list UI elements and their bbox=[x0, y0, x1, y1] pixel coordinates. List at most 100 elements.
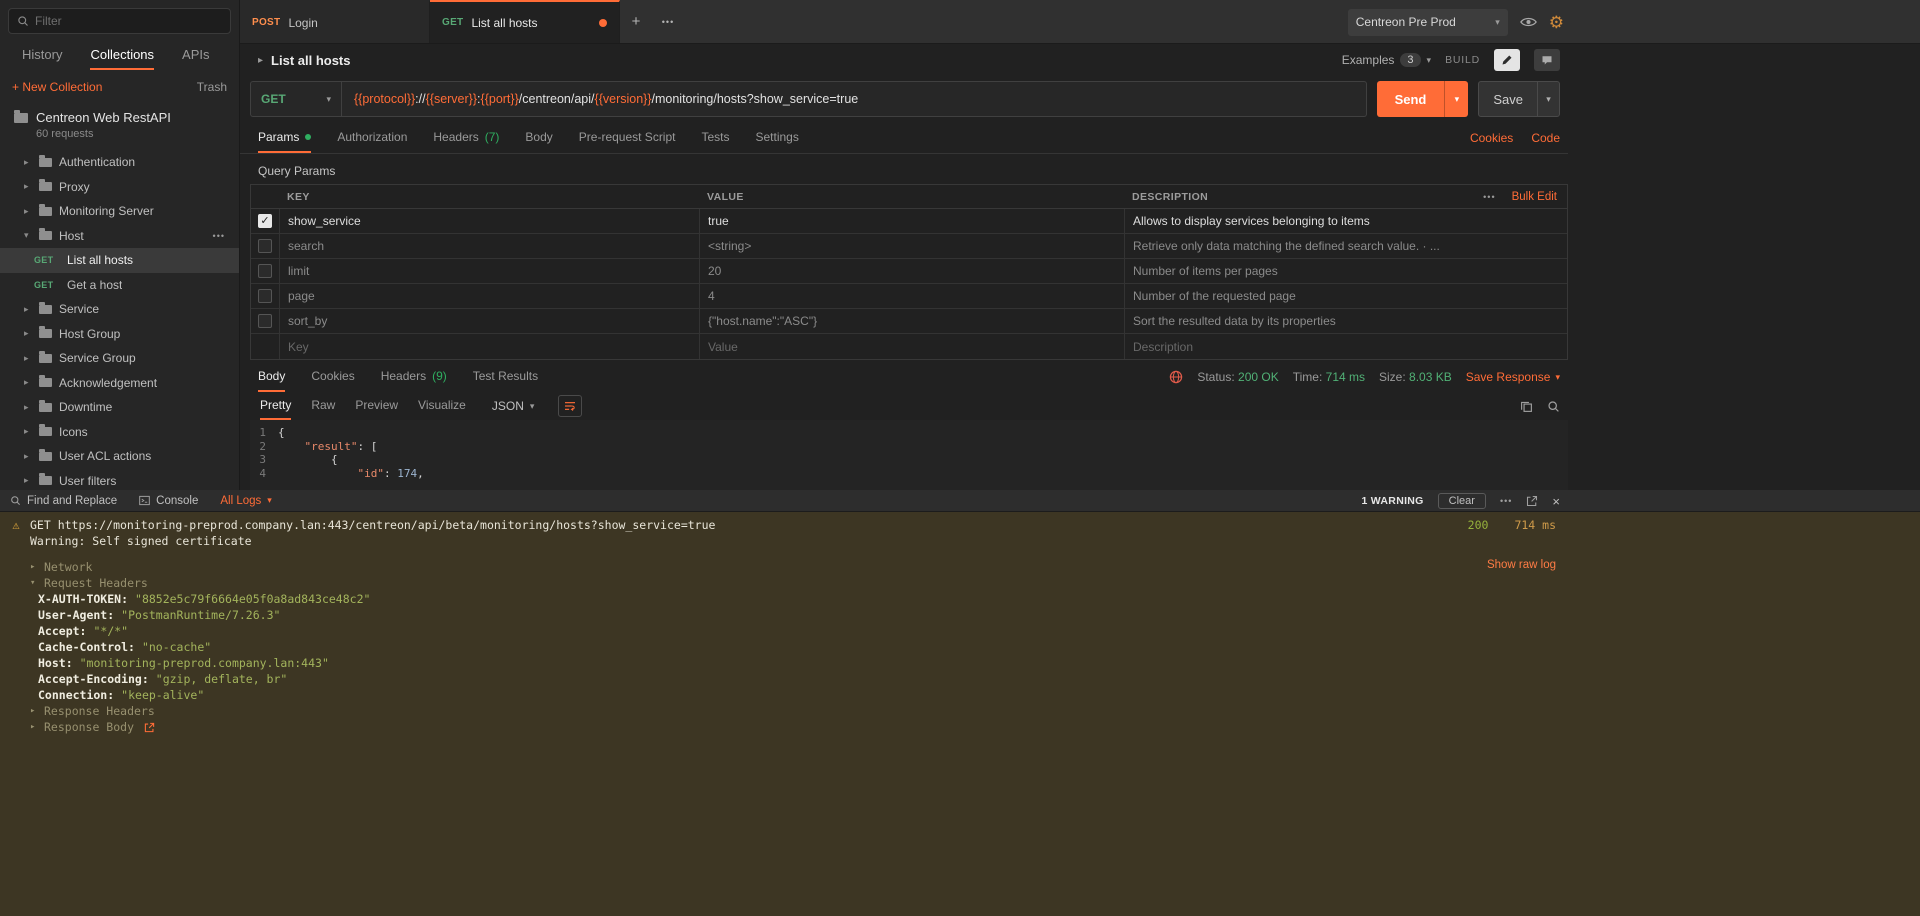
collection-root[interactable]: Centreon Web RestAPI 60 requests bbox=[0, 100, 239, 144]
response-view-tab[interactable]: Visualize bbox=[418, 392, 466, 420]
open-in-new-icon[interactable] bbox=[1526, 495, 1538, 507]
sidebar-tree-item[interactable]: GET Get a host bbox=[0, 273, 239, 298]
more-options-icon[interactable]: ••• bbox=[213, 231, 225, 241]
request-section-tab[interactable]: Tests bbox=[701, 122, 729, 153]
response-section-tab[interactable]: Cookies bbox=[311, 362, 354, 392]
settings-button[interactable]: ⚙ bbox=[1549, 14, 1564, 31]
param-description-cell[interactable]: Description bbox=[1124, 334, 1567, 359]
trash-button[interactable]: Trash bbox=[197, 80, 227, 94]
save-label[interactable]: Save bbox=[1479, 82, 1537, 116]
response-view-tab[interactable]: Pretty bbox=[260, 392, 291, 420]
cookies-link[interactable]: Cookies bbox=[1470, 131, 1513, 145]
request-section-tab[interactable]: Headers (7) bbox=[433, 122, 499, 153]
param-key-cell[interactable]: show_service bbox=[279, 209, 699, 233]
response-view-tab[interactable]: Raw bbox=[311, 392, 335, 420]
row-checkbox[interactable]: ✓ bbox=[258, 214, 272, 228]
code-link[interactable]: Code bbox=[1531, 131, 1560, 145]
param-value-cell[interactable]: {"host.name":"ASC"} bbox=[699, 309, 1124, 333]
row-checkbox[interactable] bbox=[258, 314, 272, 328]
console-section-response-body[interactable]: ▸ Response Body bbox=[30, 719, 1920, 735]
sidebar-nav-tab[interactable]: History bbox=[22, 47, 62, 70]
sidebar-tree-item[interactable]: ▸ User ACL actions bbox=[0, 444, 239, 469]
chevron-icon[interactable]: ▸ bbox=[24, 181, 32, 192]
response-section-tab[interactable]: Headers (9) bbox=[381, 362, 447, 392]
save-options-caret[interactable]: ▾ bbox=[1537, 82, 1559, 116]
search-response-icon[interactable] bbox=[1547, 400, 1560, 413]
sidebar-tree-item[interactable]: ▸ Host Group bbox=[0, 322, 239, 347]
examples-dropdown[interactable]: Examples 3 ▾ bbox=[1342, 53, 1431, 67]
more-options-icon[interactable]: ••• bbox=[1483, 192, 1495, 202]
sidebar-tree-item[interactable]: ▸ Proxy bbox=[0, 175, 239, 200]
param-value-cell[interactable]: 20 bbox=[699, 259, 1124, 283]
sidebar-tree-item[interactable]: ▾ Host ••• bbox=[0, 224, 239, 249]
param-value-cell[interactable]: <string> bbox=[699, 234, 1124, 258]
format-selector[interactable]: JSON ▾ bbox=[492, 399, 535, 413]
param-key-cell[interactable]: page bbox=[279, 284, 699, 308]
bulk-edit-link[interactable]: Bulk Edit bbox=[1512, 191, 1557, 203]
new-tab-button[interactable]: + bbox=[620, 0, 652, 43]
sidebar-tree-item[interactable]: ▸ Icons bbox=[0, 420, 239, 445]
param-description-cell[interactable]: Number of the requested page bbox=[1124, 284, 1567, 308]
more-options-icon[interactable]: ••• bbox=[1500, 496, 1512, 506]
response-section-tab[interactable]: Test Results bbox=[473, 362, 538, 392]
request-section-tab[interactable]: Authorization bbox=[337, 122, 407, 153]
new-collection-button[interactable]: + New Collection bbox=[12, 80, 102, 94]
sidebar-tree-item[interactable]: ▸ User filters bbox=[0, 469, 239, 491]
tab-options-button[interactable]: ••• bbox=[652, 0, 684, 43]
request-section-tab[interactable]: Pre-request Script bbox=[579, 122, 676, 153]
filter-input[interactable] bbox=[35, 14, 222, 28]
copy-icon[interactable] bbox=[1520, 400, 1533, 413]
send-button[interactable]: Send ▾ bbox=[1377, 81, 1469, 117]
sidebar-nav-tab[interactable]: APIs bbox=[182, 47, 209, 70]
chevron-icon[interactable]: ▸ bbox=[24, 157, 32, 168]
wrap-text-button[interactable] bbox=[558, 395, 582, 417]
param-value-cell[interactable]: Value bbox=[699, 334, 1124, 359]
collapse-request-icon[interactable]: ▸ bbox=[258, 55, 263, 66]
chevron-icon[interactable]: ▸ bbox=[24, 475, 32, 486]
save-button[interactable]: Save ▾ bbox=[1478, 81, 1560, 117]
chevron-icon[interactable]: ▾ bbox=[24, 230, 32, 241]
sidebar-tree-item[interactable]: ▸ Service bbox=[0, 297, 239, 322]
show-raw-log-link[interactable]: Show raw log bbox=[1487, 559, 1556, 571]
response-section-tab[interactable]: Body bbox=[258, 362, 285, 392]
sidebar-tree-item[interactable]: ▸ Service Group bbox=[0, 346, 239, 371]
param-value-cell[interactable]: true bbox=[699, 209, 1124, 233]
chevron-icon[interactable]: ▸ bbox=[24, 206, 32, 217]
sidebar-tree-item[interactable]: ▸ Monitoring Server bbox=[0, 199, 239, 224]
environment-selector[interactable]: Centreon Pre Prod ▾ bbox=[1348, 9, 1508, 36]
param-value-cell[interactable]: 4 bbox=[699, 284, 1124, 308]
param-key-cell[interactable]: sort_by bbox=[279, 309, 699, 333]
param-description-cell[interactable]: Retrieve only data matching the defined … bbox=[1124, 234, 1567, 258]
request-tab[interactable]: GET List all hosts bbox=[430, 0, 620, 43]
console-section-network[interactable]: ▸ Network bbox=[30, 559, 1920, 575]
sidebar-tree-item[interactable]: ▸ Authentication bbox=[0, 150, 239, 175]
request-tab[interactable]: POST Login bbox=[240, 0, 430, 43]
chevron-icon[interactable]: ▸ bbox=[24, 328, 32, 339]
chevron-icon[interactable]: ▸ bbox=[24, 426, 32, 437]
sidebar-tree-item[interactable]: ▸ Downtime bbox=[0, 395, 239, 420]
comments-button[interactable] bbox=[1534, 49, 1560, 71]
edit-button[interactable] bbox=[1494, 49, 1520, 71]
log-filter-dropdown[interactable]: All Logs ▾ bbox=[220, 495, 271, 507]
param-description-cell[interactable]: Sort the resulted data by its properties bbox=[1124, 309, 1567, 333]
response-view-tab[interactable]: Preview bbox=[355, 392, 398, 420]
request-section-tab[interactable]: Params bbox=[258, 122, 311, 153]
param-key-cell[interactable]: Key bbox=[279, 334, 699, 359]
chevron-icon[interactable]: ▸ bbox=[24, 304, 32, 315]
sidebar-tree-item[interactable]: GET List all hosts bbox=[0, 248, 239, 273]
param-description-cell[interactable]: Allows to display services belonging to … bbox=[1124, 209, 1567, 233]
param-key-cell[interactable]: search bbox=[279, 234, 699, 258]
request-section-tab[interactable]: Settings bbox=[756, 122, 799, 153]
find-and-replace-button[interactable]: Find and Replace bbox=[10, 495, 117, 507]
method-selector[interactable]: GET ▾ bbox=[250, 81, 342, 117]
close-console-icon[interactable]: × bbox=[1552, 494, 1560, 509]
request-section-tab[interactable]: Body bbox=[525, 122, 552, 153]
sidebar-filter[interactable] bbox=[8, 8, 231, 34]
save-response-button[interactable]: Save Response ▾ bbox=[1466, 370, 1560, 384]
url-input[interactable]: {{protocol}}://{{server}}:{{port}}/centr… bbox=[342, 81, 1367, 117]
row-checkbox[interactable] bbox=[258, 264, 272, 278]
send-options-caret[interactable]: ▾ bbox=[1444, 81, 1468, 117]
chevron-icon[interactable]: ▸ bbox=[24, 402, 32, 413]
chevron-icon[interactable]: ▸ bbox=[24, 377, 32, 388]
console-section-request-headers[interactable]: ▾ Request Headers bbox=[30, 575, 1920, 591]
